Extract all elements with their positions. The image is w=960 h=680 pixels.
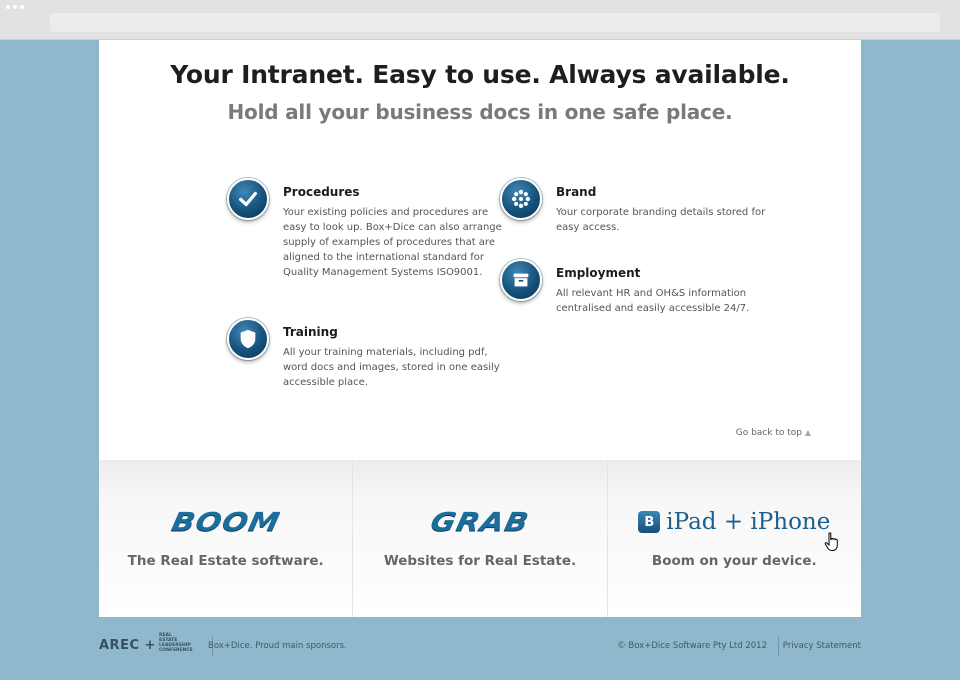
arrow-up-icon[interactable]: ▲ [805, 428, 811, 437]
feature-title: Brand [556, 185, 597, 199]
feature-title: Employment [556, 266, 641, 280]
arec-conference-logo: REAL ESTATE LEADERSHIP CONFERENCE [159, 633, 193, 653]
footer-divider [778, 636, 779, 656]
grab-logo-text[interactable]: GRAB [428, 507, 532, 537]
archive-box-icon [500, 259, 542, 301]
arec-logo: AREC + [99, 638, 156, 653]
feature-brand: Brand Your corporate branding details st… [500, 178, 786, 235]
boom-logo-text[interactable]: BOOM [169, 507, 283, 537]
feature-description: All your training materials, including p… [283, 347, 500, 388]
feature-training: Training All your training materials, in… [227, 318, 513, 390]
window-dot[interactable] [20, 5, 24, 9]
feature-procedures: Procedures Your existing policies and pr… [227, 178, 513, 280]
browser-toolbar [0, 0, 960, 40]
product-tagline: The Real Estate software. [127, 553, 324, 569]
products-strip: BOOM The Real Estate software. GRAB Webs… [99, 460, 861, 617]
checkmark-icon [227, 178, 269, 220]
ipad-iphone-logo-text[interactable]: iPad + iPhone [666, 509, 830, 535]
copyright-text: © Box+Dice Software Pty Ltd 2012 [617, 641, 767, 651]
product-grab[interactable]: GRAB Websites for Real Estate. [353, 460, 608, 617]
feature-description: All relevant HR and OH&S information cen… [556, 288, 750, 314]
feature-description: Your corporate branding details stored f… [556, 207, 766, 233]
boom-badge-icon: B [638, 511, 661, 533]
shield-icon [227, 318, 269, 360]
privacy-statement-link[interactable]: Privacy Statement [783, 641, 861, 651]
sponsors-text: Box+Dice. Proud main sponsors. [208, 641, 347, 651]
go-top-label[interactable]: Go back to top [736, 428, 802, 438]
window-controls[interactable] [6, 5, 24, 9]
page-subheadline: Hold all your business docs in one safe … [227, 100, 733, 124]
address-bar[interactable] [50, 13, 940, 32]
boom-logo[interactable]: BOOM [99, 504, 352, 540]
feature-title: Training [283, 325, 338, 339]
product-tagline: Boom on your device. [651, 553, 817, 569]
feature-employment: Employment All relevant HR and OH&S info… [500, 259, 786, 316]
ipad-iphone-logo-group[interactable]: B iPad + iPhone [638, 509, 830, 535]
page-headline: Your Intranet. Easy to use. Always avail… [170, 60, 790, 89]
grab-logo[interactable]: GRAB [353, 504, 606, 540]
arec-logo-line: CONFERENCE [159, 648, 193, 653]
product-boom[interactable]: BOOM The Real Estate software. [99, 460, 354, 617]
product-ipad-iphone[interactable]: B iPad + iPhone Boom on your device. [608, 460, 861, 617]
footer: AREC + REAL ESTATE LEADERSHIP CONFERENCE… [99, 630, 861, 660]
feature-description: Your existing policies and procedures ar… [283, 207, 502, 278]
feature-title: Procedures [283, 185, 360, 199]
hand-pointer-cursor-icon [824, 532, 838, 551]
product-tagline: Websites for Real Estate. [383, 553, 577, 569]
asterisk-flower-icon [500, 178, 542, 220]
window-dot[interactable] [6, 5, 10, 9]
window-dot[interactable] [13, 5, 17, 9]
intranet-section: Your Intranet. Easy to use. Always avail… [99, 40, 861, 460]
go-back-to-top-link[interactable]: Go back to top ▲ [736, 428, 811, 438]
